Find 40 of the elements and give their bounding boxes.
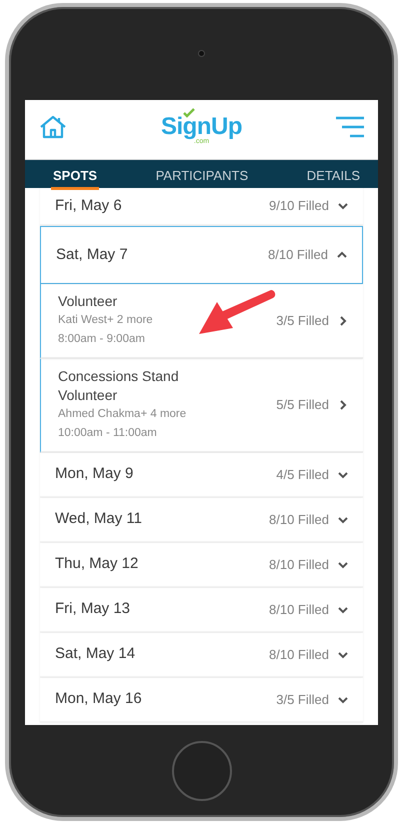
- camera-icon: [198, 50, 205, 57]
- check-icon: [182, 108, 196, 118]
- day-date: Mon, May 9: [55, 464, 134, 484]
- logo-text: SignUp: [161, 115, 242, 139]
- tab[interactable]: DETAILS: [302, 160, 364, 188]
- filled-count: 5/5 Filled: [276, 396, 329, 414]
- filled-count: 9/10 Filled: [269, 197, 329, 216]
- home-icon[interactable]: [39, 114, 67, 138]
- day-row[interactable]: Fri, May 6 9/10 Filled: [40, 188, 363, 226]
- day-row[interactable]: Mon, May 16 3/5 Filled: [40, 678, 363, 723]
- day-date: Fri, May 13: [55, 599, 130, 620]
- slot-time: 10:00am - 11:00am: [58, 426, 158, 441]
- day-row[interactable]: Thu, May 12 8/10 Filled: [40, 543, 363, 588]
- participant-names: Ahmed Chakma+ 4 more: [58, 407, 188, 422]
- day-row[interactable]: Sat, May 7 8/10 Filled: [40, 226, 363, 284]
- filled-count: 3/5 Filled: [276, 312, 329, 330]
- day-row[interactable]: Sat, May 14 8/10 Filled: [40, 633, 363, 678]
- day-row[interactable]: Fri, May 13 8/10 Filled: [40, 588, 363, 633]
- filled-count: 3/5 Filled: [276, 690, 329, 709]
- filled-count: 8/10 Filled: [269, 510, 329, 529]
- filled-count: 4/5 Filled: [276, 466, 329, 484]
- tab[interactable]: SPOTS: [49, 160, 102, 188]
- day-date: Fri, May 6: [55, 196, 122, 216]
- filled-count: 8/10 Filled: [269, 556, 329, 574]
- slot-title: Concessions Stand Volunteer: [58, 367, 180, 405]
- slot-title: Volunteer: [58, 292, 118, 311]
- day-date: Wed, May 11: [55, 509, 142, 530]
- filled-count: 8/10 Filled: [268, 246, 328, 264]
- day-row[interactable]: Wed, May 11 8/10 Filled: [40, 498, 363, 543]
- day-date: Thu, May 12: [55, 554, 138, 574]
- filled-count: 8/10 Filled: [269, 646, 329, 664]
- day-date: Sat, May 14: [55, 644, 136, 664]
- menu-icon[interactable]: [336, 116, 364, 138]
- tab[interactable]: PARTICIPANTS: [152, 160, 252, 188]
- day-date: Mon, May 16: [55, 689, 142, 710]
- slot-time: 8:00am - 9:00am: [58, 332, 146, 347]
- filled-count: 8/10 Filled: [269, 600, 329, 619]
- day-date: Sat, May 7: [56, 244, 128, 265]
- participant-names: Kati West+ 2 more: [58, 313, 153, 328]
- day-row[interactable]: Mon, May 9 4/5 Filled: [40, 453, 363, 498]
